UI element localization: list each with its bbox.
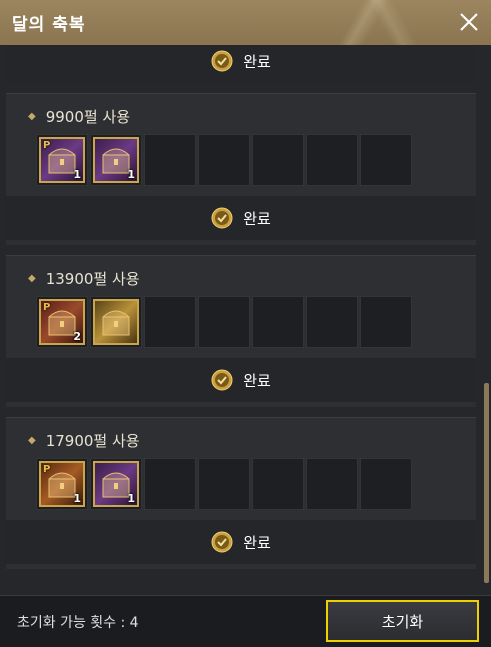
empty-slot [252, 296, 304, 348]
premium-tag: P [43, 464, 51, 475]
item-count: 1 [127, 492, 135, 505]
item-slot[interactable] [90, 296, 142, 348]
item-slots: P2 [36, 296, 414, 348]
item-slot[interactable]: 1 [90, 458, 142, 510]
item-count: 1 [73, 168, 81, 181]
item-slots: P11 [36, 134, 414, 186]
purple-chest-icon: 1 [93, 137, 139, 183]
reward-section: ◆ 9900펄 사용 P 1 1 완료 [6, 93, 476, 245]
window-title: 달의 축복 [12, 15, 86, 35]
empty-slot [144, 458, 196, 510]
diamond-bullet-icon: ◆ [28, 435, 36, 446]
reward-list[interactable]: 완료 ◆ 9900펄 사용 P 1 1 완료 ◆ 13900펄 사용 P 2 완료 ◆ 17900펄 사… [0, 45, 491, 595]
section-title: 9900펄 사용 [45, 108, 131, 126]
section-header: ◆ 9900펄 사용 [28, 106, 130, 127]
empty-slot [306, 134, 358, 186]
diamond-bullet-icon: ◆ [28, 111, 36, 122]
done-label: 완료 [243, 371, 271, 390]
empty-slot [306, 296, 358, 348]
section-title: 17900펄 사용 [45, 432, 140, 450]
item-count: 2 [73, 330, 81, 343]
premium-orange-chest-icon: P1 [39, 461, 85, 507]
title-bar: 달의 축복 [0, 0, 491, 45]
check-circle-icon [211, 50, 233, 72]
gold-ticket-icon [93, 299, 139, 345]
item-slot[interactable]: P1 [36, 134, 88, 186]
empty-slot [360, 296, 412, 348]
done-bar: 완료 [6, 196, 476, 240]
section-header: ◆ 13900펄 사용 [28, 268, 140, 289]
reset-button-label: 초기화 [381, 612, 424, 631]
empty-slot [198, 458, 250, 510]
reset-button[interactable]: 초기화 [326, 600, 479, 642]
item-count: 1 [127, 168, 135, 181]
check-circle-icon [211, 207, 233, 229]
item-slots: P11 [36, 458, 414, 510]
premium-tag: P [43, 140, 51, 151]
premium-chest-icon: P1 [39, 137, 85, 183]
reward-section: ◆ 13900펄 사용 P 2 완료 [6, 255, 476, 407]
purple-chest-icon: 1 [93, 461, 139, 507]
premium-tag: P [43, 302, 51, 313]
empty-slot [144, 296, 196, 348]
item-slot[interactable]: P1 [36, 458, 88, 510]
empty-slot [252, 134, 304, 186]
empty-slot [252, 458, 304, 510]
reward-section: ◆ 17900펄 사용 P 1 1 완료 [6, 417, 476, 569]
empty-slot [198, 296, 250, 348]
empty-slot [144, 134, 196, 186]
close-icon [460, 13, 478, 31]
done-bar: 완료 [6, 520, 476, 564]
item-slot[interactable]: 1 [90, 134, 142, 186]
scrollbar-thumb[interactable] [484, 383, 489, 583]
empty-slot [306, 458, 358, 510]
close-button[interactable] [453, 6, 485, 38]
diamond-bullet-icon: ◆ [28, 273, 36, 284]
premium-red-chest-icon: P2 [39, 299, 85, 345]
section-header: ◆ 17900펄 사용 [28, 430, 140, 451]
done-label: 완료 [243, 533, 271, 552]
title-decoration [291, 0, 451, 45]
footer: 초기화 가능 횟수 : 4 초기화 [0, 595, 491, 647]
done-bar: 완료 [6, 358, 476, 402]
section-title: 13900펄 사용 [45, 270, 140, 288]
done-bar-top: 완료 [6, 45, 476, 83]
empty-slot [360, 134, 412, 186]
item-slot[interactable]: P2 [36, 296, 88, 348]
done-label: 완료 [243, 52, 271, 71]
check-circle-icon [211, 531, 233, 553]
check-circle-icon [211, 369, 233, 391]
empty-slot [198, 134, 250, 186]
done-label: 완료 [243, 209, 271, 228]
reset-count-text: 초기화 가능 횟수 : 4 [17, 615, 139, 631]
empty-slot [360, 458, 412, 510]
item-count: 1 [73, 492, 81, 505]
